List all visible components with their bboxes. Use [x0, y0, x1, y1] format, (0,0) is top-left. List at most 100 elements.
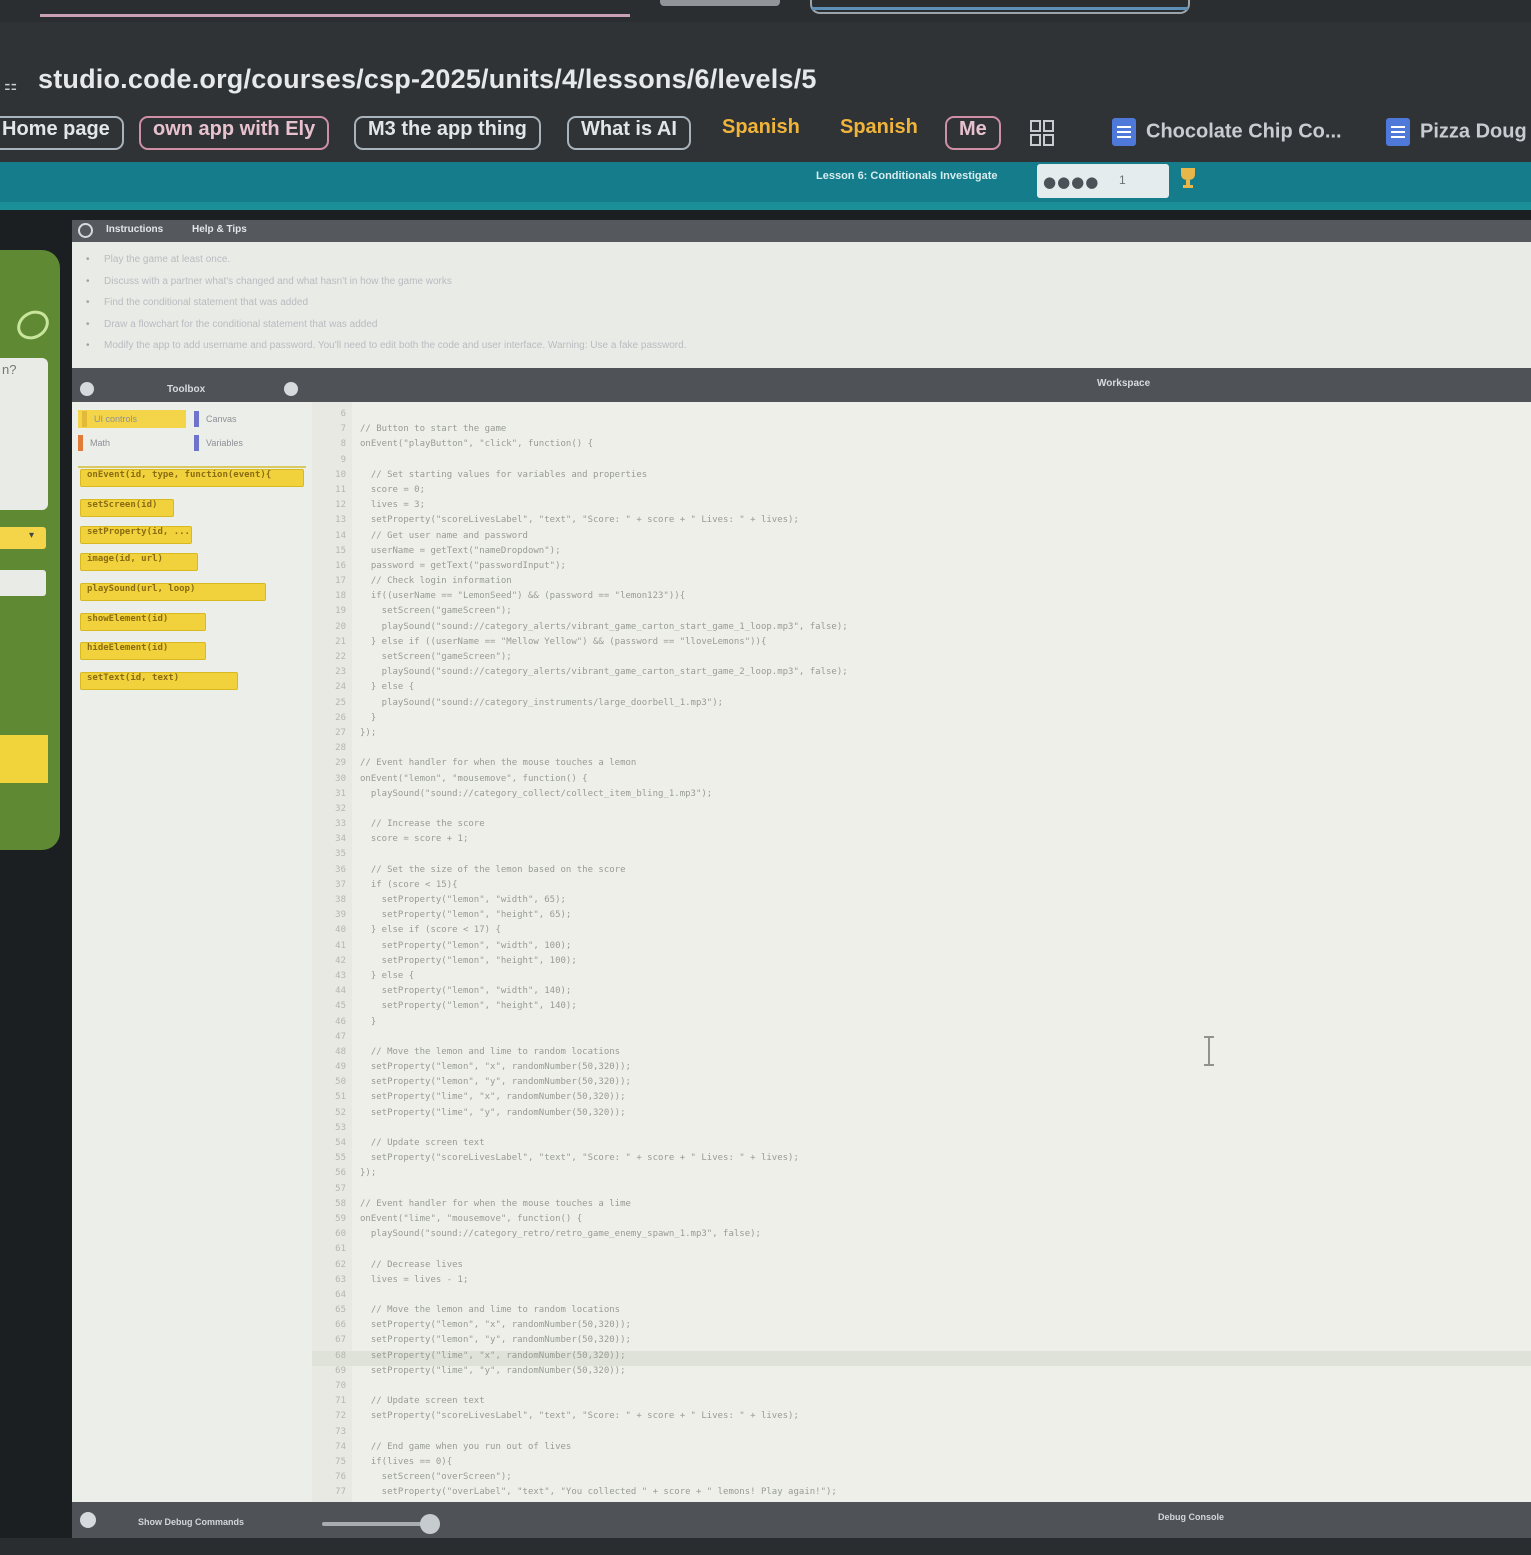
code-line[interactable]: 49 setProperty("lemon", "x", randomNumbe… [312, 1062, 1531, 1077]
block-image[interactable]: image(id, url) [80, 553, 198, 571]
category-canvas[interactable]: Canvas [194, 411, 237, 427]
code-line[interactable]: 27}); [312, 728, 1531, 743]
code-line[interactable]: 48 // Move the lemon and lime to random … [312, 1047, 1531, 1062]
code-text[interactable]: setProperty("lemon", "width", 140); [360, 986, 572, 996]
code-text[interactable]: setProperty("scoreLivesLabel", "text", "… [360, 1153, 799, 1163]
code-line[interactable]: 7 // Button to start the game [312, 424, 1531, 439]
bookmark-m3-app[interactable]: M3 the app thing [354, 116, 541, 150]
code-line[interactable]: 68 setProperty("lime", "x", randomNumber… [312, 1350, 1531, 1366]
code-text[interactable]: } else if (score < 17) { [360, 925, 501, 935]
code-text[interactable]: } else if ((userName == "Mellow Yellow")… [360, 637, 767, 647]
code-text[interactable]: if (score < 15){ [360, 880, 458, 890]
block-setproperty[interactable]: setProperty(id, ...) [80, 526, 192, 544]
code-line[interactable]: 38 setProperty("lemon", "width", 65); [312, 895, 1531, 910]
code-text[interactable]: score = score + 1; [360, 834, 469, 844]
code-text[interactable]: playSound("sound://category_retro/retro_… [360, 1229, 761, 1239]
code-line[interactable]: 22 setScreen("gameScreen"); [312, 652, 1531, 667]
block-onevent[interactable]: onEvent(id, type, function(event){ [80, 469, 304, 487]
toolbox-collapse-icon[interactable] [80, 382, 94, 396]
code-line[interactable]: 14 // Get user name and password [312, 531, 1531, 546]
code-text[interactable]: setProperty("lime", "y", randomNumber(50… [360, 1108, 626, 1118]
debug-toggle-icon[interactable] [80, 1512, 96, 1528]
code-text[interactable]: userName = getText("nameDropdown"); [360, 546, 561, 556]
code-line[interactable]: 47 [312, 1032, 1531, 1047]
bookmark-what-is-ai[interactable]: What is AI [567, 116, 691, 150]
code-line[interactable]: 56}); [312, 1168, 1531, 1183]
code-line[interactable]: 24 } else { [312, 682, 1531, 697]
tab-help-tips[interactable]: Help & Tips [192, 224, 247, 235]
code-line[interactable]: 9 [312, 455, 1531, 470]
code-line[interactable]: 58 // Event handler for when the mouse to… [312, 1199, 1531, 1214]
bookmark-me[interactable]: Me [945, 116, 1001, 150]
code-line[interactable]: 57 [312, 1184, 1531, 1199]
code-text[interactable]: if((userName == "LemonSeed") && (passwor… [360, 591, 685, 601]
code-text[interactable]: // Move the lemon and lime to random loc… [360, 1305, 620, 1315]
bookmark-chocolate-chip[interactable]: Chocolate Chip Co... [1112, 118, 1342, 148]
code-line[interactable]: 75 if(lives == 0){ [312, 1457, 1531, 1472]
code-text[interactable]: setProperty("lemon", "x", randomNumber(5… [360, 1320, 631, 1330]
category-math[interactable]: Math [78, 435, 110, 451]
tab-indicator[interactable] [40, 14, 630, 17]
code-text[interactable]: setProperty("lemon", "height", 140); [360, 1001, 577, 1011]
code-text[interactable]: } else { [360, 971, 414, 981]
code-line[interactable]: 39 setProperty("lemon", "height", 65); [312, 910, 1531, 925]
bookmark-spanish[interactable]: Spanish [710, 116, 812, 150]
block-settext[interactable]: setText(id, text) [80, 672, 238, 690]
code-text[interactable]: setProperty("lime", "x", randomNumber(50… [360, 1092, 626, 1102]
play-button[interactable] [0, 735, 48, 783]
bookmark-pizza-dough[interactable]: Pizza Doug [1386, 118, 1527, 148]
code-text[interactable]: // Update screen text [360, 1138, 485, 1148]
apps-grid-icon[interactable] [1030, 120, 1054, 146]
code-line[interactable]: 69 setProperty("lime", "y", randomNumber… [312, 1366, 1531, 1381]
code-line[interactable]: 26 } [312, 713, 1531, 728]
code-text[interactable]: setProperty("lemon", "height", 100); [360, 956, 577, 966]
code-text[interactable]: onEvent("lime", "mousemove", function() … [360, 1214, 582, 1224]
code-line[interactable]: 76 setScreen("overScreen"); [312, 1472, 1531, 1487]
code-text[interactable]: // End game when you run out of lives [360, 1442, 572, 1452]
code-line[interactable]: 59 onEvent("lime", "mousemove", function(… [312, 1214, 1531, 1229]
code-line[interactable]: 23 playSound("sound://category_alerts/vi… [312, 667, 1531, 682]
speed-slider[interactable] [322, 1522, 432, 1526]
speed-slider-handle[interactable] [420, 1514, 440, 1534]
code-line[interactable]: 33 // Increase the score [312, 819, 1531, 834]
code-text[interactable]: lives = 3; [360, 500, 425, 510]
code-line[interactable]: 54 // Update screen text [312, 1138, 1531, 1153]
code-text[interactable]: setProperty("lime", "y", randomNumber(50… [360, 1366, 626, 1376]
code-text[interactable]: setProperty("lemon", "x", randomNumber(5… [360, 1062, 631, 1072]
code-line[interactable]: 64 [312, 1290, 1531, 1305]
code-text[interactable]: // Update screen text [360, 1396, 485, 1406]
code-line[interactable]: 61 [312, 1244, 1531, 1259]
code-line[interactable]: 44 setProperty("lemon", "width", 140); [312, 986, 1531, 1001]
code-text[interactable]: // Event handler for when the mouse touc… [360, 1199, 631, 1209]
active-tab[interactable] [810, 0, 1190, 14]
password-input[interactable] [0, 570, 46, 596]
lesson-title[interactable]: Lesson 6: Conditionals Investigate [816, 170, 998, 182]
address-bar[interactable]: ⚏ studio.code.org/courses/csp-2025/units… [0, 22, 1531, 104]
code-line[interactable]: 32 [312, 804, 1531, 819]
code-line[interactable]: 28 [312, 743, 1531, 758]
code-text[interactable]: // Increase the score [360, 819, 485, 829]
code-text[interactable]: // Set the size of the lemon based on th… [360, 865, 626, 875]
code-line[interactable]: 43 } else { [312, 971, 1531, 986]
code-line[interactable]: 42 setProperty("lemon", "height", 100); [312, 956, 1531, 971]
code-text[interactable]: setScreen("overScreen"); [360, 1472, 512, 1482]
code-line[interactable]: 29 // Event handler for when the mouse to… [312, 758, 1531, 773]
trophy-icon[interactable] [1178, 166, 1198, 190]
code-text[interactable]: // Event handler for when the mouse touc… [360, 758, 636, 768]
code-text[interactable]: }); [360, 728, 376, 738]
code-text[interactable]: password = getText("passwordInput"); [360, 561, 566, 571]
code-line[interactable]: 12 lives = 3; [312, 500, 1531, 515]
code-text[interactable]: setProperty("overLabel", "text", "You co… [360, 1487, 837, 1497]
bookmark-own-app[interactable]: own app with Ely [139, 116, 330, 150]
code-line[interactable]: 60 playSound("sound://category_retro/ret… [312, 1229, 1531, 1244]
tab-indicator[interactable] [660, 0, 780, 6]
code-text[interactable]: // Check login information [360, 576, 512, 586]
code-line[interactable]: 37 if (score < 15){ [312, 880, 1531, 895]
code-line[interactable]: 50 setProperty("lemon", "y", randomNumbe… [312, 1077, 1531, 1092]
code-text[interactable]: setProperty("lemon", "width", 100); [360, 941, 572, 951]
code-line[interactable]: 20 playSound("sound://category_alerts/vi… [312, 622, 1531, 637]
code-text[interactable]: setProperty("scoreLivesLabel", "text", "… [360, 1411, 799, 1421]
code-line[interactable]: 77 setProperty("overLabel", "text", "You… [312, 1487, 1531, 1502]
code-line[interactable]: 10 // Set starting values for variables … [312, 470, 1531, 485]
code-text[interactable]: // Move the lemon and lime to random loc… [360, 1047, 620, 1057]
